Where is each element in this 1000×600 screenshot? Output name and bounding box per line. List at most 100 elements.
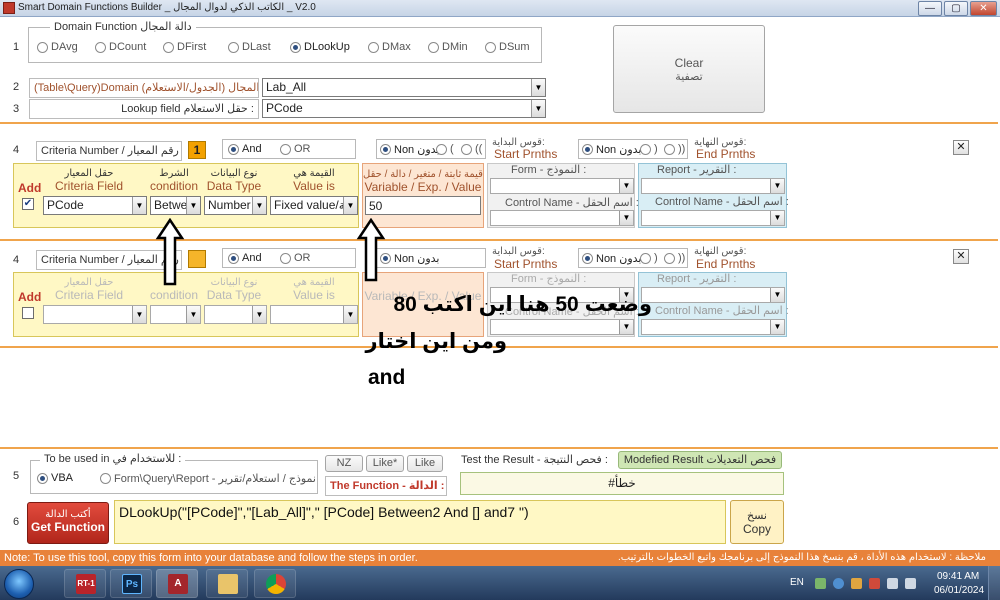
chevron-down-icon[interactable]: ▼ <box>343 306 357 323</box>
criteria1-and-radio[interactable]: And <box>228 143 262 155</box>
chevron-down-icon[interactable]: ▼ <box>770 288 784 302</box>
criteria1-start-two[interactable]: (( <box>461 143 482 155</box>
nz-button[interactable]: NZ <box>325 455 363 472</box>
tray-icon-4[interactable] <box>869 578 880 589</box>
chevron-down-icon[interactable]: ▼ <box>619 320 633 334</box>
criteria2-field-combo[interactable]: ▼ <box>43 305 147 324</box>
taskbar-app-access[interactable]: A <box>156 569 198 598</box>
minimize-button[interactable]: — <box>918 1 942 16</box>
radio-dlookup[interactable]: DLookUp <box>290 41 350 53</box>
restore-button[interactable]: ▢ <box>944 1 968 16</box>
taskbar-app-rt1[interactable]: RT-1 <box>64 569 106 598</box>
criteria1-start-non[interactable]: Non بدون <box>380 143 439 156</box>
radio-dot <box>582 144 593 155</box>
copy-ar: نسخ <box>747 510 767 522</box>
usage-form-radio[interactable]: Form\Query\Report - نموذج / استعلام/تقري… <box>100 472 316 485</box>
criteria1-or-radio[interactable]: OR <box>280 143 311 155</box>
domain-combo[interactable]: Lab_All ▼ <box>262 78 546 97</box>
radio-dmax[interactable]: DMax <box>368 41 411 53</box>
lookup-field-label: Lookup field حقل الاستعلام : <box>29 99 259 119</box>
chevron-down-icon[interactable]: ▼ <box>252 197 266 214</box>
criteria2-delete-button[interactable]: ✕ <box>953 249 969 264</box>
criteria2-type-combo[interactable]: ▼ <box>204 305 267 324</box>
function-output[interactable]: DLookUp("[PCode]","[Lab_All]"," [PCode] … <box>114 500 726 544</box>
chevron-down-icon[interactable]: ▼ <box>619 179 633 193</box>
chevron-down-icon[interactable]: ▼ <box>132 197 146 214</box>
criteria2-or-radio[interactable]: OR <box>280 252 311 264</box>
criteria2-add-checkbox[interactable] <box>22 307 34 319</box>
chevron-down-icon[interactable]: ▼ <box>770 179 784 193</box>
chevron-down-icon[interactable]: ▼ <box>186 306 200 323</box>
clear-button[interactable]: Clear تصفية <box>613 25 765 113</box>
tray-icon-3[interactable] <box>851 578 862 589</box>
criteria1-condition-combo[interactable]: Between ▼ <box>150 196 201 215</box>
tray-icon-1[interactable] <box>815 578 826 589</box>
start-button[interactable] <box>4 569 34 599</box>
volume-icon[interactable] <box>905 578 916 589</box>
radio-dot <box>582 253 593 264</box>
criteria2-valis-combo[interactable]: ▼ <box>270 305 358 324</box>
criteria2-report-combo[interactable]: ▼ <box>641 287 785 303</box>
criteria1-report-combo[interactable]: ▼ <box>641 178 785 194</box>
criteria1-type-combo[interactable]: Number ▼ <box>204 196 267 215</box>
criteria1-add-checkbox[interactable]: ✔ <box>22 198 34 210</box>
chevron-down-icon[interactable]: ▼ <box>770 211 784 225</box>
criteria2-form-control-combo[interactable]: ▼ <box>490 319 634 335</box>
criteria2-end-non[interactable]: Non بدون <box>582 252 641 265</box>
chevron-down-icon[interactable]: ▼ <box>531 79 545 96</box>
taskbar-app-chrome[interactable] <box>254 569 296 598</box>
clock-time[interactable]: 09:41 AM <box>937 571 979 582</box>
criteria1-variable-input[interactable]: 50 <box>365 196 481 215</box>
criteria1-number: 4 <box>13 144 20 156</box>
taskbar-app-photoshop[interactable]: Ps <box>110 569 152 598</box>
criteria2-report-control-combo[interactable]: ▼ <box>641 319 785 335</box>
criteria2-start-hdr-ar: قوس البداية: <box>492 246 545 257</box>
show-desktop-button[interactable] <box>988 566 1000 600</box>
lookup-field-combo[interactable]: PCode ▼ <box>262 99 546 118</box>
chevron-down-icon[interactable]: ▼ <box>770 320 784 334</box>
radio-dcount[interactable]: DCount <box>95 41 146 53</box>
radio-dlast[interactable]: DLast <box>228 41 271 53</box>
like-button[interactable]: Like <box>407 455 443 472</box>
criteria1-end-non[interactable]: Non بدون <box>582 143 641 156</box>
criteria1-end-two[interactable]: )) <box>664 143 685 155</box>
chevron-down-icon[interactable]: ▼ <box>186 197 200 214</box>
radio-dsum[interactable]: DSum <box>485 41 530 53</box>
criteria1-report-control-combo[interactable]: ▼ <box>641 210 785 226</box>
criteria1-report-control-label: Control Name - اسم الحقل : <box>655 196 789 208</box>
modified-result-button[interactable]: Modefied Result فحص التعديلات <box>618 451 782 469</box>
get-function-button[interactable]: أكتب الدالة Get Function <box>27 502 109 544</box>
radio-davg[interactable]: DAvg <box>37 41 78 53</box>
criteria1-control-label: Control Name - اسم الحقل : <box>505 197 639 209</box>
like-star-button[interactable]: Like* <box>366 455 404 472</box>
criteria1-valis-combo[interactable]: Fixed value/قيمة▼ <box>270 196 358 215</box>
taskbar-app-explorer[interactable] <box>206 569 248 598</box>
chevron-down-icon[interactable]: ▼ <box>252 306 266 323</box>
tray-icon-2[interactable] <box>833 578 844 589</box>
criteria2-and-radio[interactable]: And <box>228 252 262 264</box>
radio-dot <box>664 252 675 264</box>
radio-dmin[interactable]: DMin <box>428 41 468 53</box>
usage-vba-radio[interactable]: VBA <box>37 472 73 484</box>
criteria1-form-combo[interactable]: ▼ <box>490 178 634 194</box>
copy-button[interactable]: نسخ Copy <box>730 500 784 544</box>
close-button[interactable]: ✕ <box>970 1 997 16</box>
criteria1-end-one[interactable]: ) <box>640 143 658 155</box>
chevron-down-icon[interactable]: ▼ <box>531 100 545 117</box>
chevron-down-icon[interactable]: ▼ <box>619 211 633 225</box>
criteria1-form-control-combo[interactable]: ▼ <box>490 210 634 226</box>
app-icon <box>3 2 15 14</box>
criteria1-field-combo[interactable]: PCode ▼ <box>43 196 147 215</box>
radio-dfirst[interactable]: DFirst <box>163 41 206 53</box>
criteria2-end-two[interactable]: )) <box>664 252 685 264</box>
chevron-down-icon[interactable]: ▼ <box>132 306 146 323</box>
criteria2-start-non[interactable]: Non بدون <box>380 252 439 265</box>
criteria2-end-one[interactable]: ) <box>640 252 658 264</box>
criteria1-start-one[interactable]: ( <box>436 143 454 155</box>
clock-date[interactable]: 06/01/2024 <box>934 585 984 596</box>
network-icon[interactable] <box>887 578 898 589</box>
chevron-down-icon[interactable]: ▼ <box>343 197 357 214</box>
criteria2-condition-combo[interactable]: ▼ <box>150 305 201 324</box>
criteria1-delete-button[interactable]: ✕ <box>953 140 969 155</box>
language-indicator[interactable]: EN <box>790 577 804 588</box>
